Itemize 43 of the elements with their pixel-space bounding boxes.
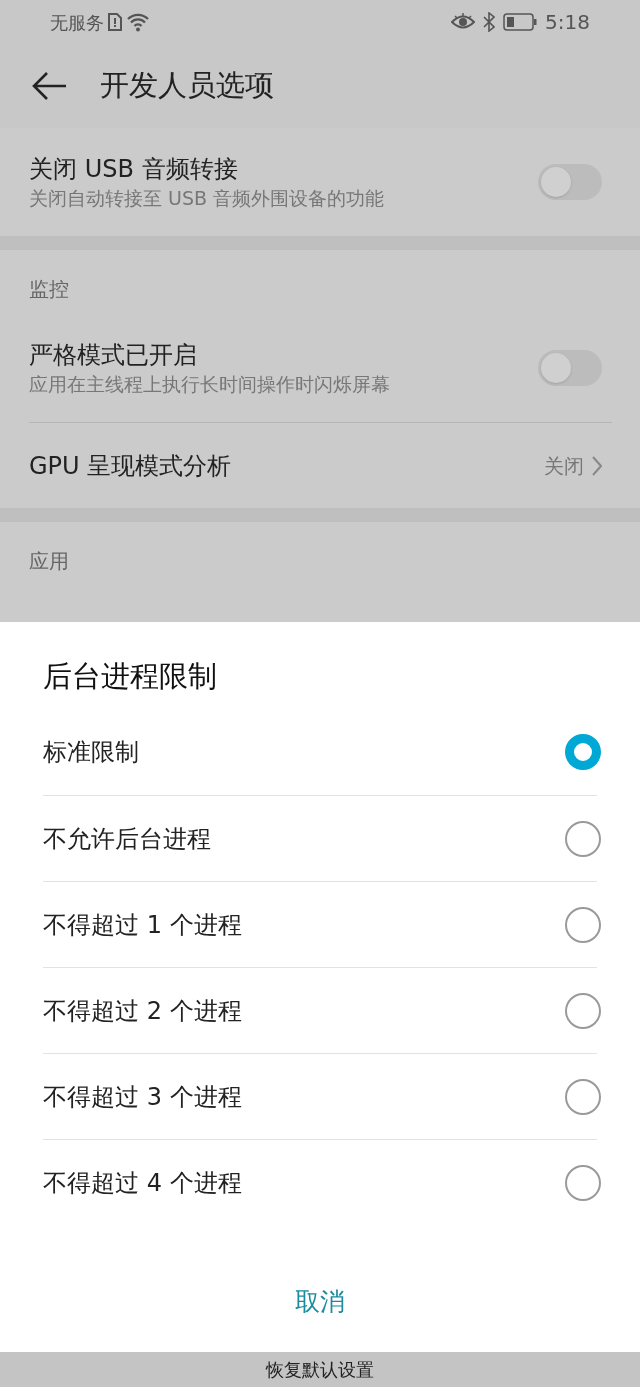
cancel-button[interactable]: 取消 — [279, 1282, 361, 1322]
radio-button[interactable] — [565, 820, 601, 857]
radio-option[interactable]: 不得超过 4 个进程 — [43, 1139, 597, 1225]
row-title: 严格模式已开启 — [29, 340, 198, 371]
chevron-icon — [592, 455, 602, 476]
battery-icon — [503, 13, 538, 31]
sim-icon — [108, 13, 122, 31]
section-label: 监控 — [29, 276, 69, 303]
settings-row[interactable]: GPU 呈现模式分析 关闭 — [29, 422, 612, 508]
radio-button[interactable] — [565, 1078, 601, 1115]
row-title: 关闭 USB 音频转接 — [29, 154, 239, 185]
row-title: GPU 呈现模式分析 — [29, 450, 233, 482]
clock-text: 5:18 — [545, 9, 590, 36]
option-label: 不允许后台进程 — [43, 823, 212, 855]
radio-button[interactable] — [565, 992, 601, 1029]
radio-option[interactable]: 不得超过 2 个进程 — [43, 967, 597, 1053]
radio-option[interactable]: 不得超过 3 个进程 — [43, 1053, 597, 1139]
radio-button[interactable] — [565, 734, 601, 770]
toggle-switch[interactable] — [538, 164, 602, 200]
bottom-bar-text: 恢复默认设置 — [266, 1358, 374, 1382]
row-value: 关闭 — [544, 452, 584, 480]
eye-icon — [451, 13, 476, 31]
row-subtitle: 关闭自动转接至 USB 音频外围设备的功能 — [29, 186, 386, 211]
option-label: 标准限制 — [43, 737, 140, 768]
option-label: 不得超过 2 个进程 — [43, 995, 243, 1027]
radio-button[interactable] — [565, 906, 601, 943]
option-label: 不得超过 4 个进程 — [43, 1167, 243, 1199]
section-label: 应用 — [29, 548, 69, 575]
radio-option[interactable]: 不允许后台进程 — [43, 795, 597, 881]
dialog-title: 后台进程限制 — [43, 658, 218, 694]
page-title: 开发人员选项 — [100, 67, 274, 105]
carrier-text: 无服务 — [50, 10, 104, 35]
bluetooth-icon — [483, 12, 496, 32]
option-label: 不得超过 1 个进程 — [43, 909, 243, 941]
toggle-switch[interactable] — [538, 350, 602, 386]
radio-option[interactable]: 标准限制 — [43, 709, 597, 795]
option-label: 不得超过 3 个进程 — [43, 1081, 243, 1113]
radio-option[interactable]: 不得超过 1 个进程 — [43, 881, 597, 967]
radio-button[interactable] — [565, 1164, 601, 1201]
back-arrow-icon — [32, 71, 68, 101]
wifi-icon — [126, 12, 150, 32]
settings-row[interactable]: 严格模式已开启 应用在主线程上执行长时间操作时闪烁屏幕 — [29, 314, 612, 422]
row-subtitle: 应用在主线程上执行长时间操作时闪烁屏幕 — [29, 372, 391, 397]
